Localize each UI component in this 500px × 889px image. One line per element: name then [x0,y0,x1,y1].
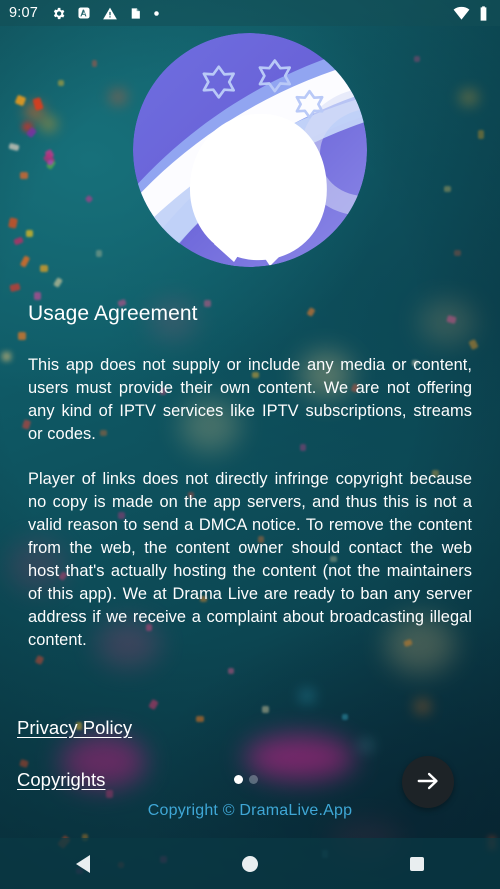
page-dot-2[interactable] [249,775,258,784]
page-indicator [234,775,258,784]
page-dot-1[interactable] [234,775,243,784]
home-circle-icon [241,855,258,872]
status-bar-right-icons [453,5,491,21]
recents-square-icon [409,856,424,871]
gear-icon [51,6,66,21]
dot-icon [153,10,160,17]
recents-button[interactable] [380,838,454,889]
agreement-paragraph-2: Player of links does not directly infrin… [28,470,472,649]
status-bar-left-icons [51,6,160,21]
page-title: Usage Agreement [28,302,198,325]
back-button[interactable] [46,838,120,889]
arrow-right-icon [415,768,441,797]
logo-svg [133,33,367,267]
a-badge-icon [77,6,91,20]
status-bar: 9:07 [0,0,500,26]
legal-links: Privacy Policy Copyrights [17,716,132,792]
status-bar-clock: 9:07 [9,5,39,21]
battery-icon [479,5,488,21]
home-button[interactable] [213,838,287,889]
privacy-policy-link[interactable]: Privacy Policy [17,716,132,740]
warning-triangle-icon [102,6,118,21]
copyrights-link[interactable]: Copyrights [17,768,105,792]
wifi-icon [453,6,470,20]
back-triangle-icon [76,854,91,873]
agreement-content: Usage Agreement This app does not supply… [0,300,500,652]
agreement-paragraph-1: This app does not supply or include any … [28,356,472,443]
next-button[interactable] [402,756,454,808]
app-screen: 9:07 Usage Agreement This app does not s… [0,0,500,889]
android-nav-bar [0,838,500,889]
drama-live-app-logo [132,32,368,268]
sd-card-icon [129,6,142,21]
